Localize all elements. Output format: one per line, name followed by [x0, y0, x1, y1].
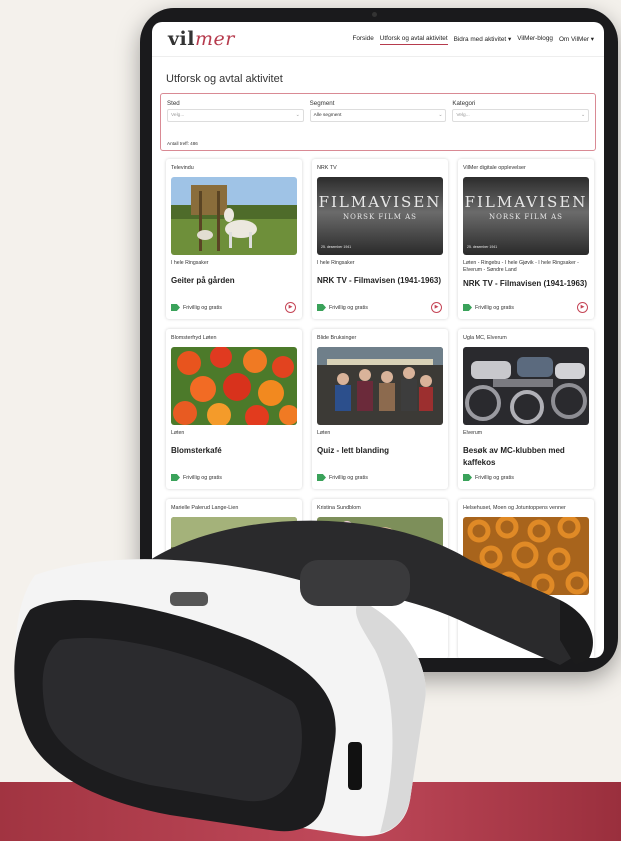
card-place: Løten - Ringebu - I hele Gjøvik - I hele…	[463, 260, 579, 274]
tag-frivillig: Frivillig og gratis	[171, 304, 222, 311]
card-place: I hele Ringsaker	[317, 260, 355, 266]
card-title[interactable]: NRK TV - Filmavisen (1941-1963)	[463, 278, 589, 290]
activity-card[interactable]: VilMer digitale opplevelser FILMAVISEN NO…	[458, 159, 594, 319]
nav-item-bidra[interactable]: Bidra med aktivitet ▾	[454, 33, 512, 45]
card-organizer: Televindu	[171, 165, 194, 171]
card-title[interactable]: NRK TV - Filmavisen (1941-1963)	[317, 275, 443, 287]
activity-card[interactable]: Marielle Palerud Lange-Lien	[166, 499, 302, 658]
flowers-image	[171, 347, 297, 425]
activity-card[interactable]: Helsehuset, Moen og Jotuntoppens venner	[458, 499, 594, 658]
card-title[interactable]: Blomsterkafé	[171, 445, 297, 457]
card-place: Løten	[171, 430, 185, 436]
card-title[interactable]: Quiz - lett blanding	[317, 445, 443, 457]
tag-icon	[171, 304, 180, 311]
card-organizer: NRK TV	[317, 165, 337, 171]
page-title: Utforsk og avtal aktivitet	[166, 73, 283, 85]
woman-image	[317, 517, 443, 595]
filter-kategori-label: Kategori	[452, 100, 476, 107]
nav-item-utforsk[interactable]: Utforsk og avtal aktivitet	[379, 33, 448, 45]
nav-item-forside[interactable]: Forside	[352, 33, 373, 45]
tablet-device: vilmer Forside Utforsk og avtal aktivite…	[140, 8, 618, 672]
card-place: Løten	[317, 600, 331, 606]
tag-icon	[463, 474, 472, 481]
card-organizer: Helsehuset, Moen og Jotuntoppens venner	[463, 505, 566, 511]
tag-icon	[463, 304, 472, 311]
tag-frivillig: Frivillig og gratis	[171, 474, 222, 481]
play-icon[interactable]: ▶	[577, 302, 588, 313]
top-navigation: vilmer Forside Utforsk og avtal aktivite…	[152, 22, 604, 57]
card-organizer: Ugla MC, Elverum	[463, 335, 507, 341]
sted-select[interactable]: Velg... ⌄	[167, 109, 304, 122]
motorcycles-image	[463, 347, 589, 425]
field-image	[171, 517, 297, 595]
tag-icon	[171, 474, 180, 481]
card-place: Elverum	[463, 430, 483, 436]
people-image	[317, 347, 443, 425]
play-icon[interactable]: ▶	[431, 302, 442, 313]
segment-select[interactable]: Alle segment ⌄	[309, 109, 447, 122]
filter-segment: Segment Alle segment ⌄	[309, 100, 447, 122]
chevron-down-icon: ⌄	[580, 113, 586, 118]
chevron-down-icon: ⌄	[438, 113, 443, 118]
filmavisen-image: FILMAVISEN NORSK FILM AS 25. desember 1941	[463, 177, 589, 255]
pretzels-image	[463, 517, 589, 595]
play-icon[interactable]: ▶	[285, 302, 296, 313]
card-organizer: Kristina Sundblom	[317, 505, 361, 511]
card-place: Løten	[317, 430, 331, 436]
nav-item-om[interactable]: Om VilMer ▾	[559, 33, 594, 45]
card-organizer: Blomsterfryd Løten	[171, 335, 217, 341]
activity-card[interactable]: Kristina Sundblom Løten	[312, 499, 448, 658]
brand-color-band	[0, 782, 621, 841]
tag-icon	[317, 474, 326, 481]
camera-icon	[372, 12, 377, 17]
filter-sted-label: Sted	[167, 100, 180, 107]
tag-frivillig: Frivillig og gratis	[317, 474, 368, 481]
activity-card[interactable]: Blide Bruksinger Løten Quiz - lett bland…	[312, 329, 448, 489]
card-title[interactable]: Geiter på gården	[171, 275, 297, 287]
activity-card[interactable]: Blomsterfryd Løten Løten Blomsterkafé Fr…	[166, 329, 302, 489]
tag-frivillig: Frivillig og gratis	[463, 474, 514, 481]
nav-item-blogg[interactable]: VilMer-blogg	[517, 33, 553, 45]
card-organizer: VilMer digitale opplevelser	[463, 165, 526, 171]
activity-card[interactable]: Ugla MC, Elverum Elverum Besøk av MC-klu…	[458, 329, 594, 489]
chevron-down-icon: ⌄	[295, 113, 300, 118]
result-count: Antall treff: 486	[167, 141, 198, 146]
filmavisen-image: FILMAVISEN NORSK FILM AS 25. desember 1941	[317, 177, 443, 255]
filter-panel: Sted Velg... ⌄ Segment Alle segment ⌄ Kate…	[160, 93, 596, 151]
filter-segment-label: Segment	[309, 100, 335, 107]
card-place: I hele Ringsaker	[171, 260, 209, 266]
website-screen: vilmer Forside Utforsk og avtal aktivite…	[152, 22, 604, 658]
tag-frivillig: Frivillig og gratis	[463, 304, 514, 311]
activity-grid: Televindu I hele Ringsaker Geiter på går…	[166, 159, 594, 658]
tag-icon	[317, 304, 326, 311]
vilmer-logo[interactable]: vilmer	[168, 28, 235, 50]
filter-kategori: Kategori Velg... ⌄	[452, 100, 590, 122]
card-organizer: Blide Bruksinger	[317, 335, 357, 341]
activity-card[interactable]: NRK TV FILMAVISEN NORSK FILM AS 25. desemb…	[312, 159, 448, 319]
main-menu: Forside Utforsk og avtal aktivitet Bidra…	[352, 33, 594, 45]
goats-image	[171, 177, 297, 255]
activity-card[interactable]: Televindu I hele Ringsaker Geiter på går…	[166, 159, 302, 319]
filter-sted: Sted Velg... ⌄	[167, 100, 304, 122]
card-title[interactable]: Besøk av MC-klubben med kaffekos	[463, 445, 589, 468]
card-organizer: Marielle Palerud Lange-Lien	[171, 505, 239, 511]
tag-frivillig: Frivillig og gratis	[317, 304, 368, 311]
kategori-select[interactable]: Velg... ⌄	[452, 109, 590, 122]
